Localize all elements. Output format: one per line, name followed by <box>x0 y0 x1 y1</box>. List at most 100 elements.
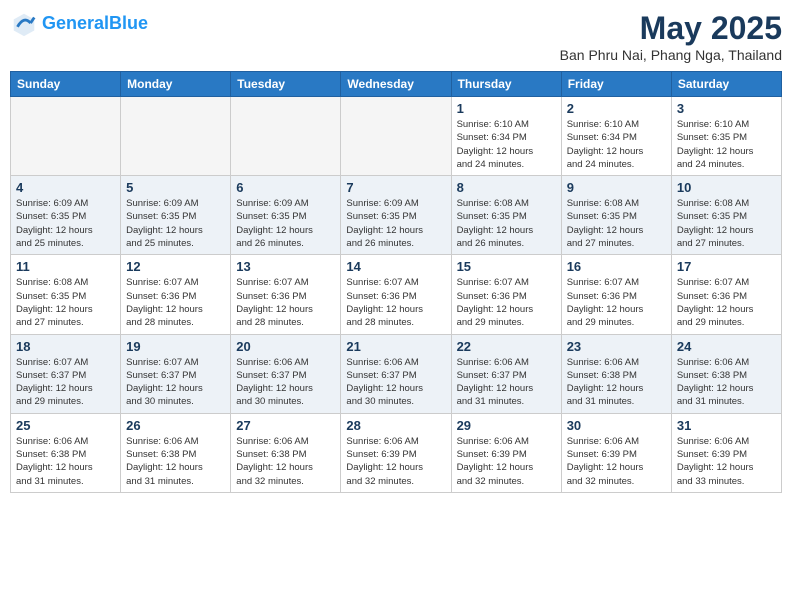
day-number: 13 <box>236 259 335 274</box>
day-number: 30 <box>567 418 666 433</box>
day-number: 1 <box>457 101 556 116</box>
weekday-header-sunday: Sunday <box>11 72 121 97</box>
calendar-cell <box>121 97 231 176</box>
day-info: Sunrise: 6:06 AM Sunset: 6:39 PM Dayligh… <box>567 435 666 488</box>
calendar-cell: 14Sunrise: 6:07 AM Sunset: 6:36 PM Dayli… <box>341 255 451 334</box>
day-info: Sunrise: 6:08 AM Sunset: 6:35 PM Dayligh… <box>677 197 776 250</box>
day-number: 2 <box>567 101 666 116</box>
day-number: 11 <box>16 259 115 274</box>
day-number: 24 <box>677 339 776 354</box>
day-info: Sunrise: 6:09 AM Sunset: 6:35 PM Dayligh… <box>236 197 335 250</box>
calendar-week-5: 25 Sunrise: 6:06 AM Sunset: 6:38 PM Dayli… <box>11 413 782 492</box>
calendar-cell: 15 Sunrise: 6:07 AM Sunset: 6:36 PM Dayli… <box>451 255 561 334</box>
calendar-cell: 12 Sunrise: 6:07 AM Sunset: 6:36 PM Dayli… <box>121 255 231 334</box>
day-info: Sunrise: 6:06 AM Sunset: 6:39 PM Dayligh… <box>457 435 556 488</box>
day-info: Sunrise: 6:07 AM Sunset: 6:36 PM Dayligh… <box>236 276 335 329</box>
day-info: Sunrise: 6:06 AM Sunset: 6:39 PM Dayligh… <box>346 435 445 488</box>
calendar-cell: 2Sunrise: 6:10 AM Sunset: 6:34 PM Daylig… <box>561 97 671 176</box>
title-block: May 2025 Ban Phru Nai, Phang Nga, Thaila… <box>560 10 782 63</box>
calendar-cell: 5 Sunrise: 6:09 AM Sunset: 6:35 PM Daylig… <box>121 176 231 255</box>
logo-text: GeneralBlue <box>42 14 148 34</box>
day-info: Sunrise: 6:06 AM Sunset: 6:37 PM Dayligh… <box>346 356 445 409</box>
day-number: 5 <box>126 180 225 195</box>
day-info: Sunrise: 6:06 AM Sunset: 6:37 PM Dayligh… <box>236 356 335 409</box>
calendar-cell: 27Sunrise: 6:06 AM Sunset: 6:38 PM Dayli… <box>231 413 341 492</box>
calendar-cell <box>341 97 451 176</box>
day-info: Sunrise: 6:10 AM Sunset: 6:34 PM Dayligh… <box>457 118 556 171</box>
calendar-cell: 18 Sunrise: 6:07 AM Sunset: 6:37 PM Dayli… <box>11 334 121 413</box>
weekday-header-monday: Monday <box>121 72 231 97</box>
day-number: 6 <box>236 180 335 195</box>
day-number: 22 <box>457 339 556 354</box>
day-info: Sunrise: 6:08 AM Sunset: 6:35 PM Dayligh… <box>567 197 666 250</box>
day-number: 20 <box>236 339 335 354</box>
day-number: 12 <box>126 259 225 274</box>
day-number: 15 <box>457 259 556 274</box>
calendar-cell: 23 Sunrise: 6:06 AM Sunset: 6:38 PM Dayli… <box>561 334 671 413</box>
day-number: 27 <box>236 418 335 433</box>
calendar-cell: 31Sunrise: 6:06 AM Sunset: 6:39 PM Dayli… <box>671 413 781 492</box>
day-info: Sunrise: 6:07 AM Sunset: 6:36 PM Dayligh… <box>126 276 225 329</box>
day-info: Sunrise: 6:07 AM Sunset: 6:36 PM Dayligh… <box>457 276 556 329</box>
calendar-cell: 25 Sunrise: 6:06 AM Sunset: 6:38 PM Dayli… <box>11 413 121 492</box>
day-info: Sunrise: 6:07 AM Sunset: 6:37 PM Dayligh… <box>16 356 115 409</box>
calendar-cell: 29 Sunrise: 6:06 AM Sunset: 6:39 PM Dayli… <box>451 413 561 492</box>
day-info: Sunrise: 6:10 AM Sunset: 6:35 PM Dayligh… <box>677 118 776 171</box>
day-info: Sunrise: 6:09 AM Sunset: 6:35 PM Dayligh… <box>16 197 115 250</box>
day-number: 29 <box>457 418 556 433</box>
page-header: GeneralBlue May 2025 Ban Phru Nai, Phang… <box>10 10 782 63</box>
weekday-header-saturday: Saturday <box>671 72 781 97</box>
calendar-cell: 30 Sunrise: 6:06 AM Sunset: 6:39 PM Dayli… <box>561 413 671 492</box>
day-number: 28 <box>346 418 445 433</box>
calendar-week-1: 1 Sunrise: 6:10 AM Sunset: 6:34 PM Daylig… <box>11 97 782 176</box>
day-number: 23 <box>567 339 666 354</box>
logo-icon <box>10 10 38 38</box>
calendar-cell: 1 Sunrise: 6:10 AM Sunset: 6:34 PM Daylig… <box>451 97 561 176</box>
day-number: 21 <box>346 339 445 354</box>
day-info: Sunrise: 6:06 AM Sunset: 6:38 PM Dayligh… <box>677 356 776 409</box>
day-info: Sunrise: 6:07 AM Sunset: 6:37 PM Dayligh… <box>126 356 225 409</box>
day-info: Sunrise: 6:09 AM Sunset: 6:35 PM Dayligh… <box>346 197 445 250</box>
day-number: 19 <box>126 339 225 354</box>
calendar-cell: 21 Sunrise: 6:06 AM Sunset: 6:37 PM Dayli… <box>341 334 451 413</box>
day-number: 7 <box>346 180 445 195</box>
day-number: 4 <box>16 180 115 195</box>
logo-line1: General <box>42 13 109 33</box>
calendar-cell: 22Sunrise: 6:06 AM Sunset: 6:37 PM Dayli… <box>451 334 561 413</box>
day-number: 3 <box>677 101 776 116</box>
day-info: Sunrise: 6:06 AM Sunset: 6:38 PM Dayligh… <box>16 435 115 488</box>
weekday-header-wednesday: Wednesday <box>341 72 451 97</box>
calendar-cell: 24 Sunrise: 6:06 AM Sunset: 6:38 PM Dayli… <box>671 334 781 413</box>
calendar-cell: 7 Sunrise: 6:09 AM Sunset: 6:35 PM Daylig… <box>341 176 451 255</box>
weekday-header-thursday: Thursday <box>451 72 561 97</box>
weekday-header-friday: Friday <box>561 72 671 97</box>
day-number: 31 <box>677 418 776 433</box>
calendar-cell: 6 Sunrise: 6:09 AM Sunset: 6:35 PM Daylig… <box>231 176 341 255</box>
calendar-cell: 20 Sunrise: 6:06 AM Sunset: 6:37 PM Dayli… <box>231 334 341 413</box>
day-info: Sunrise: 6:08 AM Sunset: 6:35 PM Dayligh… <box>16 276 115 329</box>
day-number: 25 <box>16 418 115 433</box>
day-number: 8 <box>457 180 556 195</box>
day-info: Sunrise: 6:08 AM Sunset: 6:35 PM Dayligh… <box>457 197 556 250</box>
calendar-cell: 17Sunrise: 6:07 AM Sunset: 6:36 PM Dayli… <box>671 255 781 334</box>
weekday-header-row: SundayMondayTuesdayWednesdayThursdayFrid… <box>11 72 782 97</box>
day-info: Sunrise: 6:06 AM Sunset: 6:38 PM Dayligh… <box>567 356 666 409</box>
calendar-cell: 3 Sunrise: 6:10 AM Sunset: 6:35 PM Daylig… <box>671 97 781 176</box>
calendar-cell: 11 Sunrise: 6:08 AM Sunset: 6:35 PM Dayli… <box>11 255 121 334</box>
day-number: 18 <box>16 339 115 354</box>
calendar-cell <box>11 97 121 176</box>
day-info: Sunrise: 6:07 AM Sunset: 6:36 PM Dayligh… <box>677 276 776 329</box>
calendar-table: SundayMondayTuesdayWednesdayThursdayFrid… <box>10 71 782 493</box>
weekday-header-tuesday: Tuesday <box>231 72 341 97</box>
calendar-week-3: 11 Sunrise: 6:08 AM Sunset: 6:35 PM Dayli… <box>11 255 782 334</box>
calendar-week-2: 4 Sunrise: 6:09 AM Sunset: 6:35 PM Daylig… <box>11 176 782 255</box>
location: Ban Phru Nai, Phang Nga, Thailand <box>560 47 782 63</box>
calendar-cell: 10Sunrise: 6:08 AM Sunset: 6:35 PM Dayli… <box>671 176 781 255</box>
calendar-cell: 9Sunrise: 6:08 AM Sunset: 6:35 PM Daylig… <box>561 176 671 255</box>
calendar-cell: 4 Sunrise: 6:09 AM Sunset: 6:35 PM Daylig… <box>11 176 121 255</box>
month-title: May 2025 <box>560 10 782 47</box>
day-info: Sunrise: 6:09 AM Sunset: 6:35 PM Dayligh… <box>126 197 225 250</box>
day-info: Sunrise: 6:07 AM Sunset: 6:36 PM Dayligh… <box>567 276 666 329</box>
day-number: 14 <box>346 259 445 274</box>
calendar-cell: 13 Sunrise: 6:07 AM Sunset: 6:36 PM Dayli… <box>231 255 341 334</box>
